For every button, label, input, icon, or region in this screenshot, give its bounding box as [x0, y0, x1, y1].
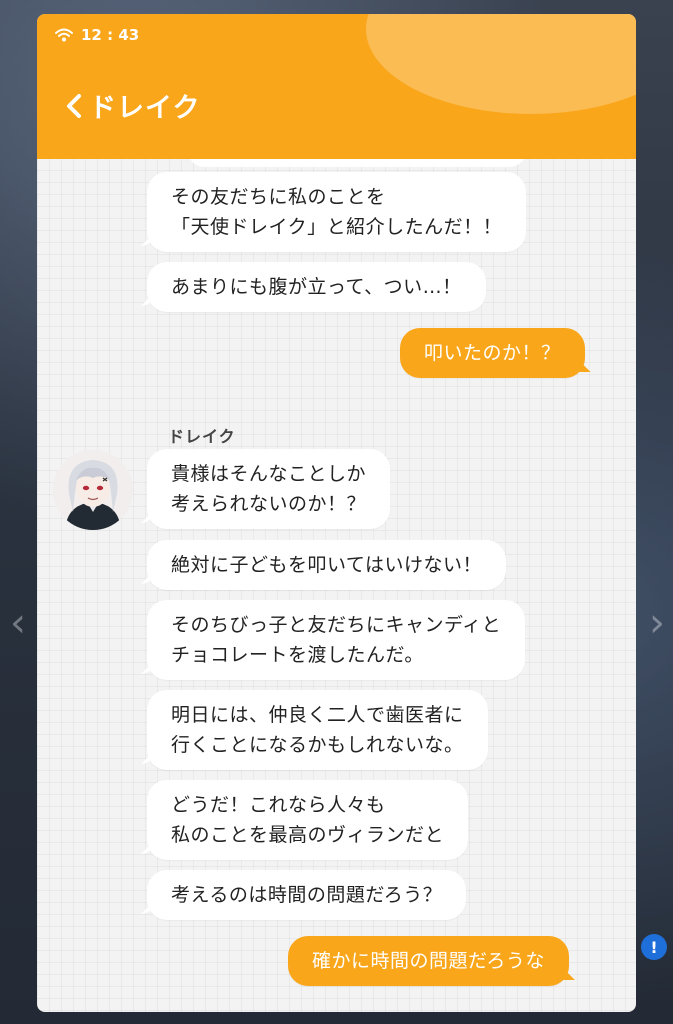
chat-title: ドレイク [89, 93, 201, 124]
message-bubble: 絶対に子どもを叩いてはいけない！ [147, 540, 507, 590]
message-bubble: 考えるのは時間の問題だろう？ [147, 870, 467, 920]
message-bubble: そのちびっ子と友だちにキャンディと チョコレートを渡したんだ。 [147, 600, 526, 680]
message-list[interactable]: その友だちに私のことを 「天使ドレイク」と紹介したんだ！！ あまりにも腹が立って… [37, 149, 636, 1012]
status-bar: 12 : 43 [55, 26, 139, 44]
reply-bubble: 確かに時間の問題だろうな [288, 936, 569, 986]
back-chevron-icon [67, 93, 81, 118]
wifi-icon [55, 28, 73, 42]
message-bubble: 明日には、仲良く二人で歯医者に 行くことになるかもしれないな。 [147, 690, 488, 770]
sender-name: ドレイク [168, 427, 236, 446]
message-bubble: どうだ！これなら人々も 私のことを最高のヴィランだと [147, 780, 469, 860]
back-button[interactable]: ドレイク [65, 86, 200, 125]
background-right-arrow-icon: › [649, 600, 665, 646]
message-bubble: 貴様はそんなことしか 考えられないのか！？ [147, 449, 391, 529]
background-left-arrow-icon: ‹ [10, 600, 26, 646]
message-bubble: あまりにも腹が立って、つい…！ [147, 262, 486, 312]
background-alert-icon: ! [641, 934, 667, 960]
avatar[interactable] [53, 450, 133, 530]
message-bubble: その友だちに私のことを 「天使ドレイク」と紹介したんだ！！ [147, 172, 527, 252]
chat-window: 12 : 43 ドレイク その友だちに私のことを 「天使ドレイク」と紹介したんだ… [37, 14, 636, 1012]
status-time: 12 : 43 [81, 26, 140, 44]
reply-bubble: 叩いたのか！？ [400, 328, 585, 378]
avatar-drake [53, 450, 133, 530]
chat-header: 12 : 43 ドレイク [37, 14, 636, 159]
